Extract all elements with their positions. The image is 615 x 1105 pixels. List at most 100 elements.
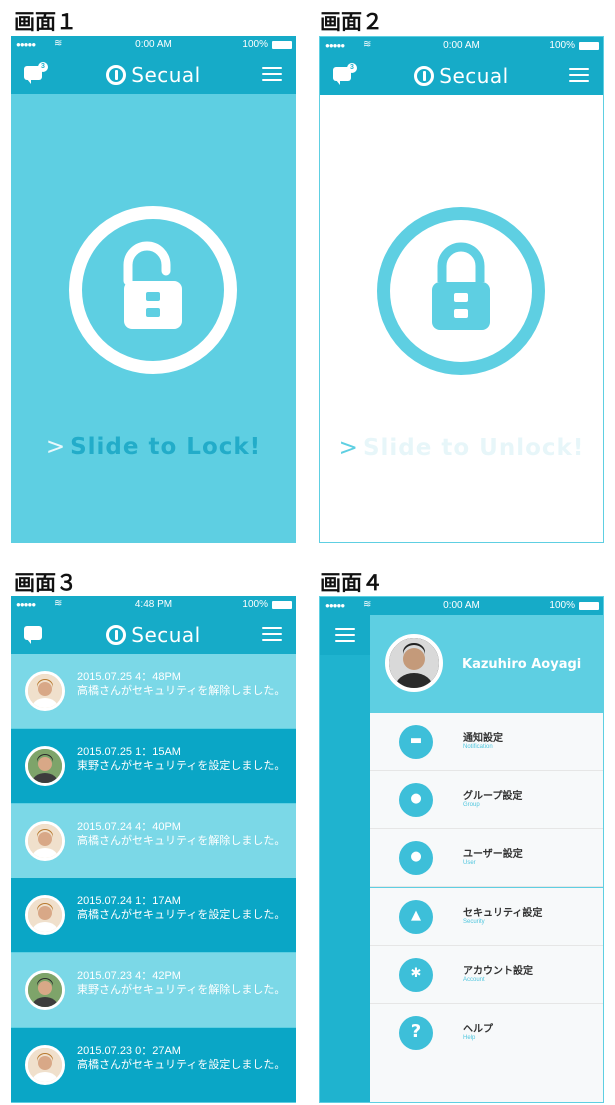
battery-icon (579, 602, 599, 610)
screen-4-settings: ●●●●● ≋ 0:00 AM 100% Kazuhiro Aoyagi ▬ 通知… (319, 596, 604, 1103)
user-avatar (25, 895, 65, 936)
status-bar: ●●●●● ≋ 4:48 PM 100% (11, 596, 296, 614)
battery-icon (272, 41, 292, 49)
settings-item-title: 通知設定 (463, 733, 503, 744)
person-photo-icon (28, 973, 62, 1008)
history-date: 2015.07.25 1：15AM (77, 745, 181, 758)
settings-item-subtitle: Security (463, 918, 485, 925)
nav-bar: 3 Secual (320, 55, 603, 95)
slide-to-unlock-text: Slide to Unlock! (362, 435, 585, 461)
screen-label-4: 画面４ (320, 571, 383, 595)
settings-bottom (370, 1061, 603, 1102)
screen-label-2: 画面２ (320, 10, 383, 34)
slide-to-lock-text: Slide to Lock! (70, 434, 262, 460)
lock-icon: ▲ (399, 899, 433, 934)
person-photo-icon (28, 898, 62, 933)
battery-text: 100% (242, 599, 268, 610)
slide-to-lock-control[interactable]: > Slide to Lock! (11, 434, 296, 460)
settings-item-subtitle: User (463, 860, 476, 867)
history-date: 2015.07.24 4：40PM (77, 820, 181, 833)
history-message: 東野さんがセキュリティを設定しました。 (77, 758, 286, 772)
history-message: 高橋さんがセキュリティを設定しました。 (77, 908, 286, 922)
status-bar: ●●●●● ≋ 0:00 AM 100% (11, 36, 296, 54)
hamburger-menu-icon[interactable] (262, 627, 282, 641)
history-date: 2015.07.25 4：48PM (77, 671, 181, 683)
battery-text: 100% (549, 600, 575, 611)
settings-item-title: グループ設定 (463, 791, 523, 803)
hamburger-menu-icon[interactable] (569, 68, 589, 82)
history-date: 2015.07.23 4：42PM (77, 970, 181, 983)
chevron-right-icon: > (45, 434, 67, 460)
history-row[interactable]: 2015.07.23 4：42PM 東野さんがセキュリティを解除しました。 (11, 953, 296, 1028)
screen-label-1: 画面１ (14, 10, 77, 34)
screen-label-3: 画面３ (14, 571, 77, 595)
settings-item-title: セキュリティ設定 (463, 907, 543, 919)
hamburger-menu-icon[interactable] (262, 67, 282, 81)
settings-item[interactable]: ● ユーザー設定 User (370, 829, 603, 888)
history-row[interactable]: 2015.07.24 4：40PM 高橋さんがセキュリティを解除しました。 (11, 803, 296, 878)
chevron-right-icon: > (338, 435, 359, 461)
battery-icon (579, 42, 599, 50)
unlocked-padlock-icon (123, 241, 182, 329)
brand-name: Secual (439, 64, 509, 88)
history-row[interactable]: 2015.07.25 4：48PM 高橋さんがセキュリティを解除しました。 (11, 654, 296, 728)
side-strip (320, 615, 370, 1102)
unlock-button[interactable] (377, 207, 545, 375)
user-avatar (25, 1045, 65, 1085)
logo-mark-icon (414, 66, 435, 86)
history-date: 2015.07.23 0：27AM (77, 1045, 181, 1057)
user-avatar (25, 970, 65, 1011)
history-row[interactable]: 2015.07.23 0：27AM 高橋さんがセキュリティを設定しました。 (11, 1028, 296, 1102)
settings-item-title: ユーザー設定 (463, 849, 523, 861)
settings-item-subtitle: Help (463, 1035, 476, 1041)
settings-item-subtitle: Notification (463, 744, 493, 750)
hamburger-menu-icon[interactable] (335, 628, 355, 642)
battery-text: 100% (549, 40, 575, 51)
history-message: 高橋さんがセキュリティを解除しました。 (77, 684, 286, 697)
locked-padlock-icon (432, 242, 490, 330)
screen-1-lock: ●●●●● ≋ 0:00 AM 100% 3 Secual > Slide to … (11, 36, 296, 543)
settings-item[interactable]: ▬ 通知設定 Notification (370, 713, 603, 771)
status-bar: ●●●●● ≋ 0:00 AM 100% (320, 597, 603, 615)
logo-mark-icon (106, 65, 127, 85)
person-photo-icon (28, 674, 62, 708)
settings-item-subtitle: Account (463, 976, 485, 983)
user-name: Kazuhiro Aoyagi (462, 657, 582, 672)
history-row[interactable]: 2015.07.25 1：15AM 東野さんがセキュリティを設定しました。 (11, 728, 296, 803)
battery-text: 100% (242, 39, 268, 50)
screen-2-unlock: ●●●●● ≋ 0:00 AM 100% 3 Secual > Slide to … (319, 36, 604, 543)
settings-item[interactable]: ▲ セキュリティ設定 Security (370, 887, 603, 946)
person-photo-icon (389, 638, 439, 688)
lock-button[interactable] (69, 206, 237, 374)
history-row[interactable]: 2015.07.24 1：17AM 高橋さんがセキュリティを設定しました。 (11, 878, 296, 953)
settings-item-subtitle: Group (463, 802, 480, 809)
settings-item[interactable]: ● グループ設定 Group (370, 771, 603, 830)
app-logo: Secual (11, 623, 296, 647)
settings-item[interactable]: ✱ アカウント設定 Account (370, 945, 603, 1004)
settings-item-title: ヘルプ (463, 1024, 493, 1035)
status-bar: ●●●●● ≋ 0:00 AM 100% (320, 37, 603, 55)
group-icon: ● (399, 783, 433, 818)
chat-icon: ▬ (399, 725, 433, 759)
user-avatar (25, 745, 65, 786)
person-photo-icon (28, 748, 62, 783)
brand-name: Secual (131, 623, 201, 647)
screen-3-history: ●●●●● ≋ 4:48 PM 100% Secual 2015.07.25 4… (11, 596, 296, 1103)
settings-item-title: アカウント設定 (463, 965, 533, 977)
nav-bar: Secual (11, 614, 296, 654)
history-message: 東野さんがセキュリティを解除しました。 (77, 983, 286, 997)
app-logo: Secual (11, 63, 296, 87)
app-logo: Secual (320, 64, 603, 88)
user-avatar (25, 671, 65, 711)
slide-to-unlock-control[interactable]: > Slide to Unlock! (320, 435, 603, 461)
logo-mark-icon (106, 625, 127, 645)
profile-avatar (385, 634, 443, 692)
settings-item[interactable]: ? ヘルプ Help (370, 1004, 603, 1062)
user-avatar (25, 820, 65, 861)
history-message: 高橋さんがセキュリティを解除しました。 (77, 833, 286, 847)
brand-name: Secual (131, 63, 201, 87)
question-icon: ? (399, 1016, 433, 1050)
gear-icon: ✱ (399, 957, 433, 992)
nav-bar: 3 Secual (11, 54, 296, 94)
profile-header: Kazuhiro Aoyagi (370, 615, 603, 713)
